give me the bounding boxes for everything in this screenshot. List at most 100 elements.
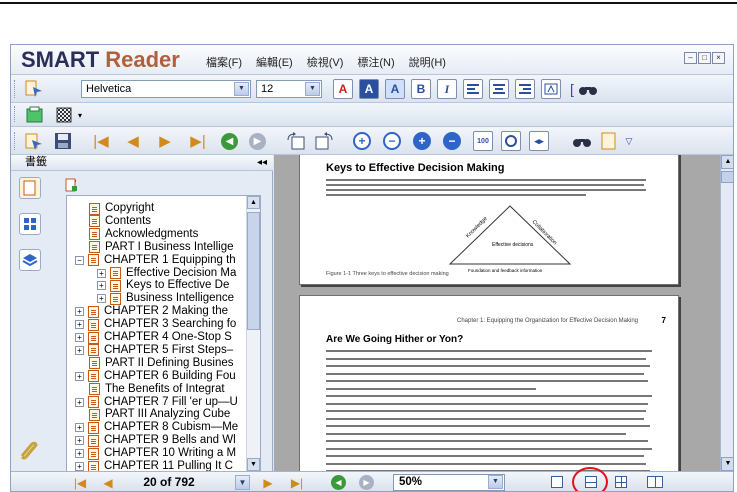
expand-icon[interactable]: + [75,436,84,446]
bookmark-tree-scrollbar[interactable]: ▲ ▼ [246,196,260,471]
facing-view-icon[interactable] [615,476,627,488]
chevron-down-icon[interactable]: ▼ [234,82,249,96]
last-page-icon[interactable]: ▶| [187,131,209,151]
bookmark-item[interactable]: + CHAPTER 2 Making the [75,305,228,318]
bookmark-item[interactable]: + CHAPTER 10 Writing a M [75,447,236,460]
font-size-select[interactable]: 12 ▼ [256,80,322,98]
menu-file[interactable]: 檔案(F) [206,54,242,70]
collapse-panel-icon[interactable]: ◂◂ [257,155,267,170]
go-back-icon[interactable]: ◀ [221,133,238,150]
expand-icon[interactable]: + [97,294,106,304]
single-page-view-icon[interactable] [551,476,563,488]
bookmark-item[interactable]: + CHAPTER 5 First Steps– [75,344,233,357]
open-file-icon[interactable] [23,130,45,152]
first-page-icon[interactable]: |◀ [91,131,111,151]
italic-button[interactable]: I [437,79,457,99]
align-right-icon[interactable] [515,79,535,99]
collapse-icon[interactable]: − [75,255,84,265]
expand-icon[interactable]: + [75,320,84,330]
page-select-dropdown-icon[interactable]: ▼ [235,475,250,490]
menu-view[interactable]: 檢視(V) [307,54,344,70]
expand-icon[interactable]: + [75,371,84,381]
bookmark-item[interactable]: + CHAPTER 9 Bells and Wl [75,434,236,447]
text-tool-icon[interactable] [23,78,45,100]
toolbar-grip[interactable] [14,106,17,122]
text-color-button[interactable]: A [333,79,353,99]
search-binoculars-icon[interactable] [571,131,593,151]
pattern-fill-icon[interactable] [55,106,73,124]
document-scroll-thumb[interactable] [721,171,733,183]
expand-icon[interactable]: + [97,281,106,291]
attachment-paperclip-icon[interactable] [17,439,39,461]
bookmark-item[interactable]: Contents [89,215,151,228]
fit-width-icon[interactable]: ◂▸ [529,131,549,151]
expand-icon[interactable]: + [75,307,84,317]
bookmark-item[interactable]: + CHAPTER 4 One-Stop S [75,331,232,344]
close-button[interactable]: × [712,52,725,64]
chevron-down-icon[interactable]: ▼ [305,82,320,96]
first-page-icon[interactable]: |◀ [71,474,89,491]
find-binoculars-icon[interactable] [577,79,599,99]
document-scrollbar[interactable]: ▲ ▼ [720,155,733,471]
bookmarks-tab-icon[interactable] [19,177,41,199]
toolbar-grip[interactable] [14,132,17,150]
continuous-facing-view-icon[interactable] [647,476,663,488]
next-page-icon[interactable]: ▶ [155,131,175,151]
rotate-left-icon[interactable] [285,131,307,151]
last-page-icon[interactable]: ▶| [287,474,307,491]
previous-page-icon[interactable]: ◀ [123,131,143,151]
font-name-select[interactable]: Helvetica ▼ [81,80,251,98]
menu-annotate[interactable]: 標注(N) [357,54,394,70]
bookmark-item[interactable]: + Effective Decision Ma [97,267,236,280]
align-left-icon[interactable] [463,79,483,99]
thumbnails-tab-icon[interactable] [19,213,41,235]
fit-page-icon[interactable] [501,131,521,151]
zoom-in-circle-icon[interactable]: + [413,132,431,150]
bookmark-item[interactable]: PART II Defining Busines [89,357,233,370]
bold-button[interactable]: B [411,79,431,99]
bookmark-item[interactable]: + CHAPTER 7 Fill 'er up—U [75,396,238,409]
next-page-icon[interactable]: ▶ [259,474,277,491]
expand-icon[interactable]: + [75,449,84,459]
scroll-down-arrow-icon[interactable]: ▼ [721,457,733,471]
align-center-icon[interactable] [489,79,509,99]
bookmark-item[interactable]: + Business Intelligence [97,292,234,305]
chevron-down-icon[interactable]: ▾ [75,106,85,124]
minimize-button[interactable]: – [684,52,697,64]
bookmark-item[interactable]: The Benefits of Integrat [89,383,225,396]
menu-edit[interactable]: 編輯(E) [256,54,293,70]
sticky-note-icon[interactable] [25,105,45,125]
expand-icon[interactable]: + [75,345,84,355]
toolbar-overflow-icon[interactable]: ▽ [623,133,635,149]
menu-help[interactable]: 說明(H) [409,54,446,70]
add-bookmark-icon[interactable] [63,177,79,193]
zoom-in-icon[interactable]: + [353,132,371,150]
scroll-thumb[interactable] [247,212,260,330]
go-forward-icon[interactable]: ▶ [249,133,266,150]
bookmark-item[interactable]: Copyright [89,202,154,215]
toolbar-grip[interactable] [14,80,17,98]
go-forward-icon[interactable]: ▶ [359,475,374,490]
bookmark-page-icon[interactable] [599,131,619,151]
bookmark-item[interactable]: + CHAPTER 3 Searching fo [75,318,236,331]
go-back-icon[interactable]: ◀ [331,475,346,490]
bookmark-item[interactable]: Acknowledgments [89,228,198,241]
save-icon[interactable] [53,131,73,151]
text-fill-button[interactable]: A [385,79,405,99]
bookmark-item[interactable]: + Keys to Effective De [97,279,229,292]
scroll-down-arrow-icon[interactable]: ▼ [247,458,260,471]
bookmark-item[interactable]: PART III Analyzing Cube [89,408,230,421]
actual-size-button[interactable]: 100 [473,131,493,151]
rotate-right-icon[interactable] [313,131,335,151]
layers-tab-icon[interactable] [19,249,41,271]
expand-icon[interactable]: + [75,462,84,471]
expand-icon[interactable]: + [97,268,106,278]
bookmark-item[interactable]: + CHAPTER 8 Cubism—Me [75,421,238,434]
document-view[interactable]: Keys to Effective Decision Making Knowle… [274,155,733,471]
bookmark-item[interactable]: PART I Business Intellige [89,241,233,254]
scroll-up-arrow-icon[interactable]: ▲ [247,196,260,209]
previous-page-icon[interactable]: ◀ [99,474,117,491]
expand-icon[interactable]: + [75,423,84,433]
bookmark-item[interactable]: + CHAPTER 6 Building Fou [75,370,236,383]
zoom-out-circle-icon[interactable]: − [443,132,461,150]
